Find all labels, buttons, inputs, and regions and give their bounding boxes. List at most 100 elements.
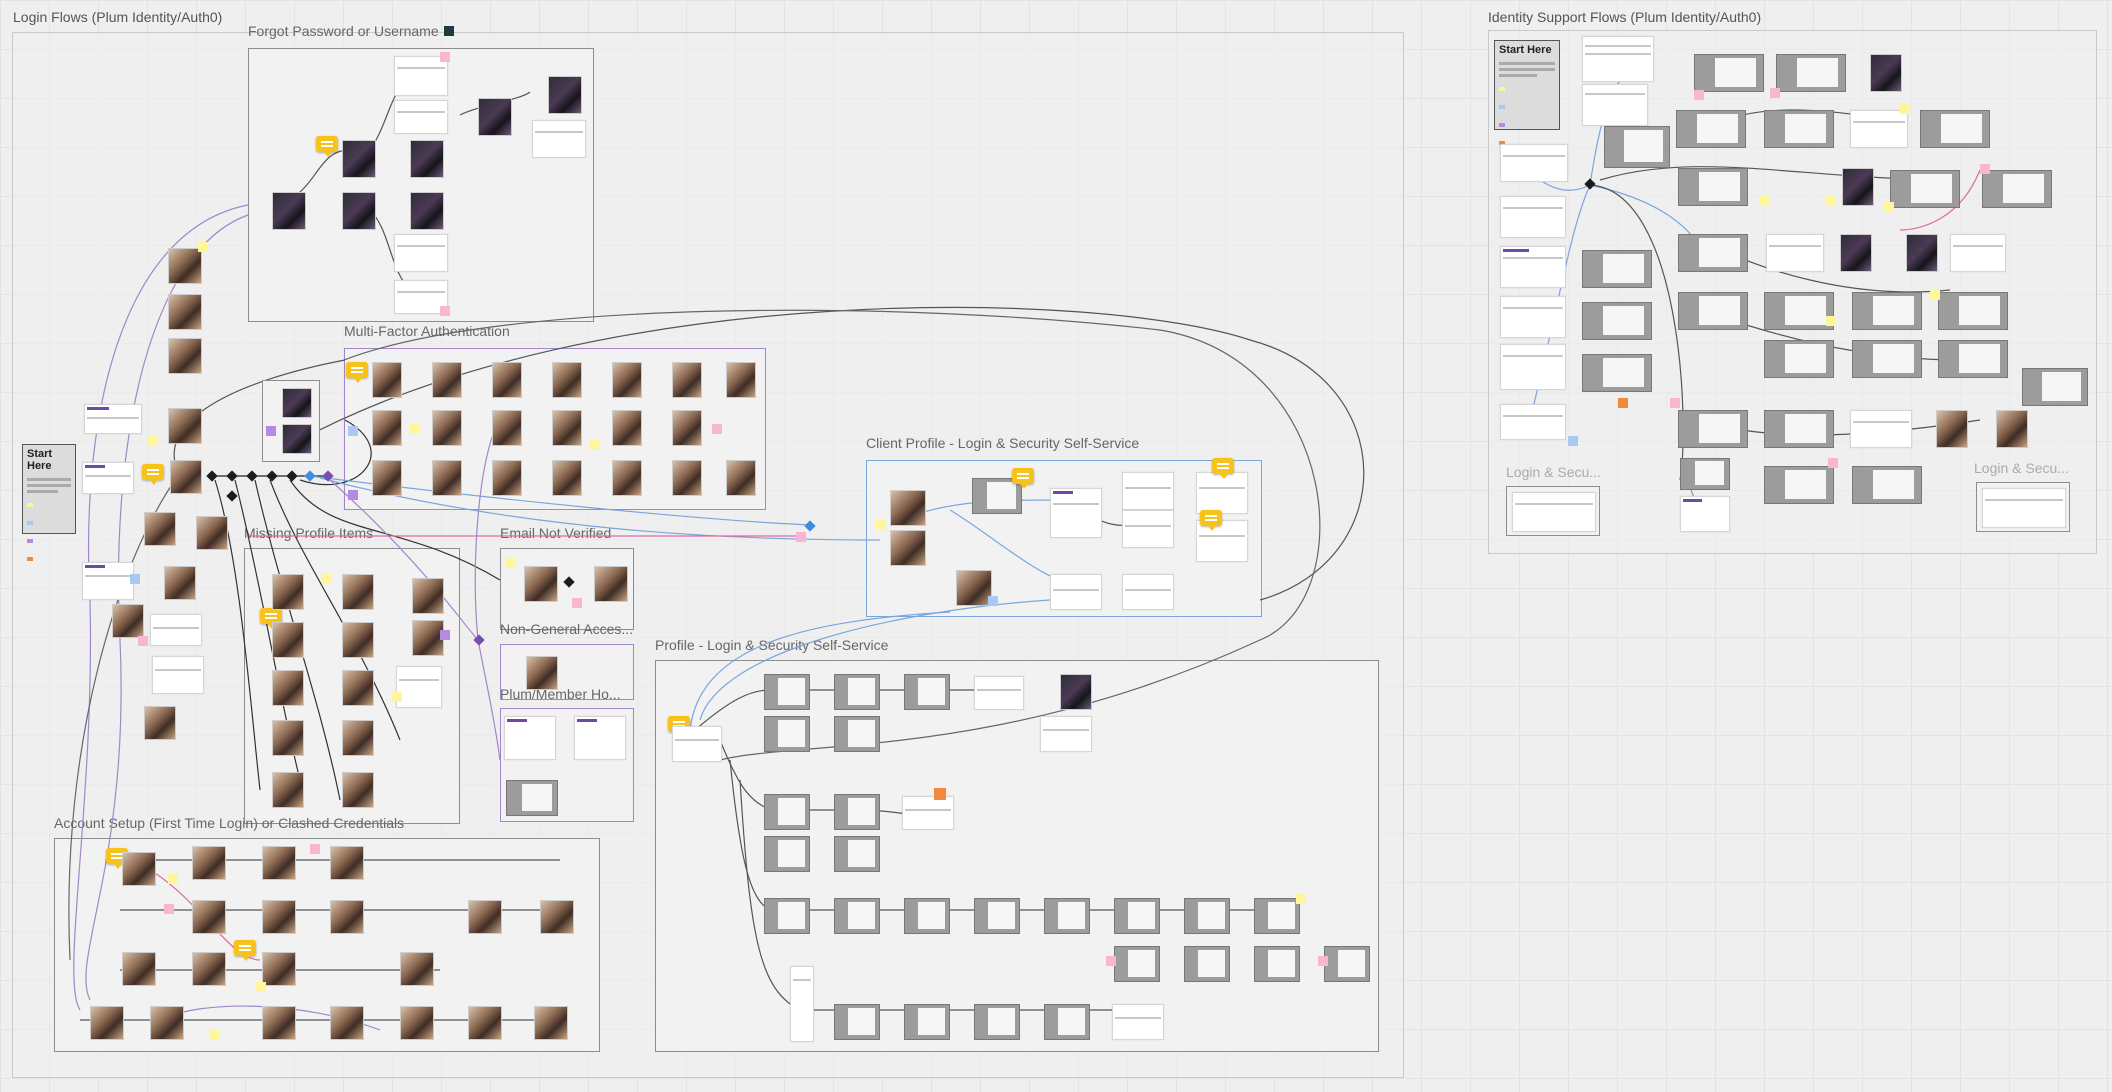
screen-card[interactable]	[1852, 466, 1922, 504]
screen-thumbnail[interactable]	[400, 1006, 434, 1040]
sticky-note[interactable]	[1106, 956, 1116, 966]
screen-card[interactable]	[974, 1004, 1020, 1040]
screen-card[interactable]	[834, 674, 880, 710]
screen-thumbnail[interactable]	[342, 622, 374, 658]
sticky-note[interactable]	[440, 52, 450, 62]
screen-card[interactable]	[1850, 110, 1908, 148]
screen-card[interactable]	[1678, 292, 1748, 330]
screen-card[interactable]	[1852, 340, 1922, 378]
screen-thumbnail[interactable]	[432, 460, 462, 496]
screen-card[interactable]	[394, 100, 448, 134]
screen-thumbnail[interactable]	[526, 656, 558, 690]
sticky-note[interactable]	[506, 558, 516, 568]
screen-thumbnail[interactable]	[468, 900, 502, 934]
screen-card[interactable]	[1582, 36, 1654, 82]
screen-thumbnail[interactable]	[168, 338, 202, 374]
screen-card[interactable]	[1050, 574, 1102, 610]
sticky-note[interactable]	[712, 424, 722, 434]
screen-thumbnail[interactable]	[1996, 410, 2028, 448]
screen-thumbnail[interactable]	[192, 846, 226, 880]
screen-thumbnail[interactable]	[492, 460, 522, 496]
sticky-note[interactable]	[322, 574, 332, 584]
comment-icon[interactable]	[1200, 510, 1222, 531]
screen-card[interactable]	[394, 234, 448, 272]
sticky-note[interactable]	[1900, 104, 1910, 114]
screen-card[interactable]	[394, 56, 448, 96]
screen-card[interactable]	[1582, 84, 1648, 126]
screen-card[interactable]	[904, 898, 950, 934]
screen-card[interactable]	[834, 898, 880, 934]
screen-card[interactable]	[834, 836, 880, 872]
screen-card[interactable]	[1254, 898, 1300, 934]
screen-thumbnail[interactable]	[372, 410, 402, 446]
screen-card[interactable]	[764, 898, 810, 934]
screen-thumbnail[interactable]	[192, 900, 226, 934]
screen-card[interactable]	[904, 674, 950, 710]
sticky-note[interactable]	[440, 306, 450, 316]
screen-thumbnail[interactable]	[432, 410, 462, 446]
comment-icon[interactable]	[1212, 458, 1234, 479]
screen-card[interactable]	[1050, 488, 1102, 538]
screen-card[interactable]	[396, 666, 442, 708]
screen-thumbnail[interactable]	[612, 460, 642, 496]
screen-thumbnail[interactable]	[412, 578, 444, 614]
sticky-note[interactable]	[1930, 290, 1940, 300]
screen-thumbnail[interactable]	[144, 706, 176, 740]
screen-thumbnail[interactable]	[164, 566, 196, 600]
screen-thumbnail[interactable]	[372, 460, 402, 496]
screen-thumbnail[interactable]	[122, 852, 156, 886]
sticky-note[interactable]	[148, 436, 158, 446]
screen-card[interactable]	[574, 716, 626, 760]
screen-card[interactable]	[2022, 368, 2088, 406]
screen-thumbnail[interactable]	[1060, 674, 1092, 710]
screen-card[interactable]	[1582, 302, 1652, 340]
screen-thumbnail[interactable]	[168, 408, 202, 444]
screen-card[interactable]	[764, 716, 810, 752]
sticky-note[interactable]	[348, 426, 358, 436]
screen-card[interactable]	[834, 794, 880, 830]
screen-thumbnail[interactable]	[330, 846, 364, 880]
screen-thumbnail[interactable]	[272, 670, 304, 706]
sticky-note[interactable]	[138, 636, 148, 646]
screen-thumbnail[interactable]	[342, 140, 376, 178]
screen-card[interactable]	[1890, 170, 1960, 208]
screen-card[interactable]	[506, 780, 558, 816]
screen-card[interactable]	[764, 836, 810, 872]
screen-thumbnail[interactable]	[192, 952, 226, 986]
screen-card[interactable]	[1776, 54, 1846, 92]
screen-thumbnail[interactable]	[468, 1006, 502, 1040]
screen-card[interactable]	[974, 676, 1024, 710]
screen-card[interactable]	[1982, 488, 2066, 528]
screen-thumbnail[interactable]	[410, 140, 444, 178]
screen-thumbnail[interactable]	[552, 410, 582, 446]
screen-thumbnail[interactable]	[524, 566, 558, 602]
screen-thumbnail[interactable]	[492, 362, 522, 398]
screen-card[interactable]	[1764, 110, 1834, 148]
screen-card[interactable]	[1512, 492, 1596, 532]
screen-card[interactable]	[1678, 234, 1748, 272]
screen-card[interactable]	[1950, 234, 2006, 272]
sticky-note[interactable]	[256, 982, 266, 992]
sticky-note[interactable]	[988, 596, 998, 606]
screen-card[interactable]	[1920, 110, 1990, 148]
sticky-note[interactable]	[1296, 894, 1306, 904]
sticky-note[interactable]	[1828, 458, 1838, 468]
sticky-note[interactable]	[934, 788, 946, 800]
screen-thumbnail[interactable]	[594, 566, 628, 602]
sticky-note[interactable]	[1770, 88, 1780, 98]
screen-card[interactable]	[1184, 946, 1230, 982]
screen-card[interactable]	[1254, 946, 1300, 982]
screen-card[interactable]	[902, 796, 954, 830]
screen-thumbnail[interactable]	[272, 720, 304, 756]
screen-card[interactable]	[82, 462, 134, 494]
sticky-note[interactable]	[1568, 436, 1578, 446]
screen-card[interactable]	[1196, 520, 1248, 562]
screen-thumbnail[interactable]	[672, 410, 702, 446]
screen-thumbnail[interactable]	[1906, 234, 1938, 272]
screen-card[interactable]	[1852, 292, 1922, 330]
comment-icon[interactable]	[346, 362, 368, 383]
screen-card[interactable]	[764, 674, 810, 710]
screen-card[interactable]	[1500, 344, 1566, 390]
screen-card[interactable]	[1764, 410, 1834, 448]
screen-thumbnail[interactable]	[534, 1006, 568, 1040]
